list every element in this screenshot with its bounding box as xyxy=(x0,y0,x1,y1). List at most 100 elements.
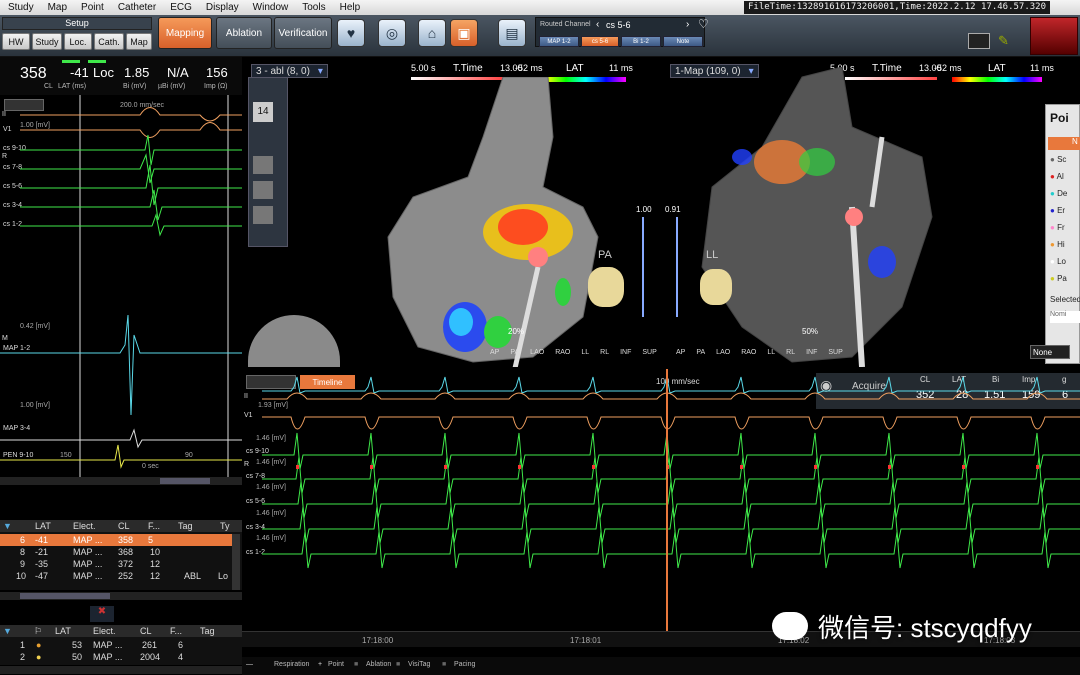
map-title-left[interactable]: 3 - abl (8, 0) ▾ xyxy=(251,64,328,78)
cath-button[interactable]: Cath. xyxy=(94,33,124,50)
view-sup[interactable]: SUP xyxy=(828,349,842,356)
legend-respiration[interactable]: Respiration xyxy=(274,661,309,668)
legend-visitag[interactable]: VisiTag xyxy=(408,661,430,668)
view-pa[interactable]: PA xyxy=(696,349,705,356)
table-row[interactable]: 8 -21 MAP ... 368 10 xyxy=(0,546,232,558)
tag-table-hscroll[interactable] xyxy=(0,666,242,674)
table-scrollbar[interactable] xyxy=(232,534,240,590)
time-cursor[interactable] xyxy=(666,369,668,637)
col-lat[interactable]: LAT xyxy=(55,626,71,636)
view-rl[interactable]: RL xyxy=(600,349,609,356)
col-tag[interactable]: Tag xyxy=(200,626,215,636)
catheter-icon[interactable]: ⌂ xyxy=(418,19,446,47)
navigation-dial[interactable] xyxy=(248,315,340,367)
heart-icon[interactable]: ♥ xyxy=(337,19,365,47)
poi-item[interactable]: ● Er xyxy=(1050,206,1065,215)
menu-display[interactable]: Display xyxy=(198,2,245,13)
view-ap[interactable]: AP xyxy=(676,349,685,356)
col-f[interactable]: F... xyxy=(170,626,182,636)
menu-study[interactable]: Study xyxy=(0,2,40,13)
view-rl[interactable]: RL xyxy=(786,349,795,356)
compass-icon[interactable]: ◎ xyxy=(378,19,406,47)
view-lao[interactable]: LAO xyxy=(530,349,544,356)
view-ll[interactable]: LL xyxy=(581,349,589,356)
table-row[interactable]: 9 -35 MAP ... 372 12 xyxy=(0,558,232,570)
poi-item[interactable]: ● De xyxy=(1050,189,1067,198)
poi-item[interactable]: ● Sc xyxy=(1050,155,1066,164)
route-chip-map12[interactable]: MAP 1-2 xyxy=(539,36,579,47)
tool-icon[interactable] xyxy=(253,206,273,224)
zoom-slider[interactable] xyxy=(676,217,678,317)
view-pa[interactable]: PA xyxy=(510,349,519,356)
poi-name-input[interactable]: Nomi xyxy=(1050,311,1080,323)
menu-map[interactable]: Map xyxy=(40,2,73,13)
view-ll[interactable]: LL xyxy=(767,349,775,356)
table-row[interactable]: 1 ● 53 MAP ... 261 6 xyxy=(0,639,242,651)
hw-button[interactable]: HW xyxy=(2,33,30,50)
scrollbar-thumb[interactable] xyxy=(160,478,210,484)
cardiac-3d-map[interactable] xyxy=(373,77,673,367)
monitor-icon[interactable]: ▤ xyxy=(498,19,526,47)
col-ty[interactable]: Ty xyxy=(220,521,230,531)
loc-button[interactable]: Loc. xyxy=(64,33,92,50)
alert-icon[interactable] xyxy=(1030,17,1078,55)
poi-dropdown[interactable]: None xyxy=(1030,345,1070,359)
view-rao[interactable]: RAO xyxy=(741,349,756,356)
view-inf[interactable]: INF xyxy=(806,349,817,356)
legend-ablation[interactable]: Ablation xyxy=(366,661,391,668)
route-chip-note[interactable]: Note xyxy=(663,36,703,47)
filter-icon[interactable]: ▼ xyxy=(3,626,12,636)
route-chip-bi12[interactable]: Bi 1-2 xyxy=(621,36,661,47)
left-ecg-scrollbar[interactable] xyxy=(0,477,242,485)
menu-point[interactable]: Point xyxy=(73,2,110,13)
poi-item[interactable]: ● Fr xyxy=(1050,223,1065,232)
view-ap[interactable]: AP xyxy=(490,349,499,356)
table-row[interactable]: 6 -41 MAP ... 358 5 xyxy=(0,534,232,546)
view-inf[interactable]: INF xyxy=(620,349,631,356)
map-button[interactable]: Map xyxy=(126,33,152,50)
study-button[interactable]: Study xyxy=(32,33,62,50)
legend-pacing[interactable]: Pacing xyxy=(454,661,475,668)
zoom-slider[interactable] xyxy=(642,217,644,317)
table-row[interactable]: 2 ● 50 MAP ... 2004 4 xyxy=(0,651,242,663)
tool-icon[interactable] xyxy=(253,156,273,174)
heart-plus-icon[interactable]: ♡ xyxy=(698,17,709,31)
poi-item-none[interactable]: N xyxy=(1048,137,1080,150)
menu-tools[interactable]: Tools xyxy=(294,2,331,13)
legend-point[interactable]: Point xyxy=(328,661,344,668)
col-tag[interactable]: Tag xyxy=(178,521,193,531)
mapping-button[interactable]: Mapping xyxy=(158,17,212,49)
verification-button[interactable]: Verification xyxy=(274,17,332,49)
col-cl[interactable]: CL xyxy=(140,626,152,636)
map-view-left[interactable]: 3 - abl (8, 0) ▾ 5.00 s T.Time 13.00 -52 … xyxy=(243,57,660,369)
poi-item[interactable]: ● Pa xyxy=(1050,274,1067,283)
table-row[interactable]: 10 -47 MAP ... 252 12 ABL Lo xyxy=(0,570,232,582)
tool-icon[interactable] xyxy=(253,181,273,199)
menu-ecg[interactable]: ECG xyxy=(162,2,198,13)
record-icon[interactable]: ▣ xyxy=(450,19,478,47)
poi-item[interactable]: ● Lo xyxy=(1050,257,1066,266)
chevron-left-icon[interactable]: ‹ xyxy=(596,19,599,30)
point-table-hscroll[interactable] xyxy=(0,592,242,600)
col-lat[interactable]: LAT xyxy=(35,521,51,531)
col-cl[interactable]: CL xyxy=(118,521,130,531)
route-chip-cs56[interactable]: cs 5-6 xyxy=(581,36,619,47)
ablation-button[interactable]: Ablation xyxy=(216,17,272,49)
view-sup[interactable]: SUP xyxy=(642,349,656,356)
col-f[interactable]: F... xyxy=(148,521,160,531)
chevron-down-icon[interactable]: ▾ xyxy=(318,66,323,77)
menu-catheter[interactable]: Catheter xyxy=(110,2,162,13)
menu-help[interactable]: Help xyxy=(332,2,367,13)
col-elect[interactable]: Elect. xyxy=(93,626,116,636)
poi-item[interactable]: ● Al xyxy=(1050,172,1064,181)
poi-item[interactable]: ● Hi xyxy=(1050,240,1065,249)
point-count[interactable]: 14 xyxy=(253,102,273,122)
map-view-right[interactable]: 1-Map (109, 0)▾ 5.00 s T.Time 13.00 -52 … xyxy=(662,57,1080,369)
col-elect[interactable]: Elect. xyxy=(73,521,96,531)
tag-icon[interactable]: ✖ xyxy=(90,606,114,622)
menu-window[interactable]: Window xyxy=(245,2,295,13)
view-lao[interactable]: LAO xyxy=(716,349,730,356)
view-rao[interactable]: RAO xyxy=(555,349,570,356)
chevron-right-icon[interactable]: › xyxy=(686,19,689,30)
scrollbar-thumb[interactable] xyxy=(20,593,110,599)
